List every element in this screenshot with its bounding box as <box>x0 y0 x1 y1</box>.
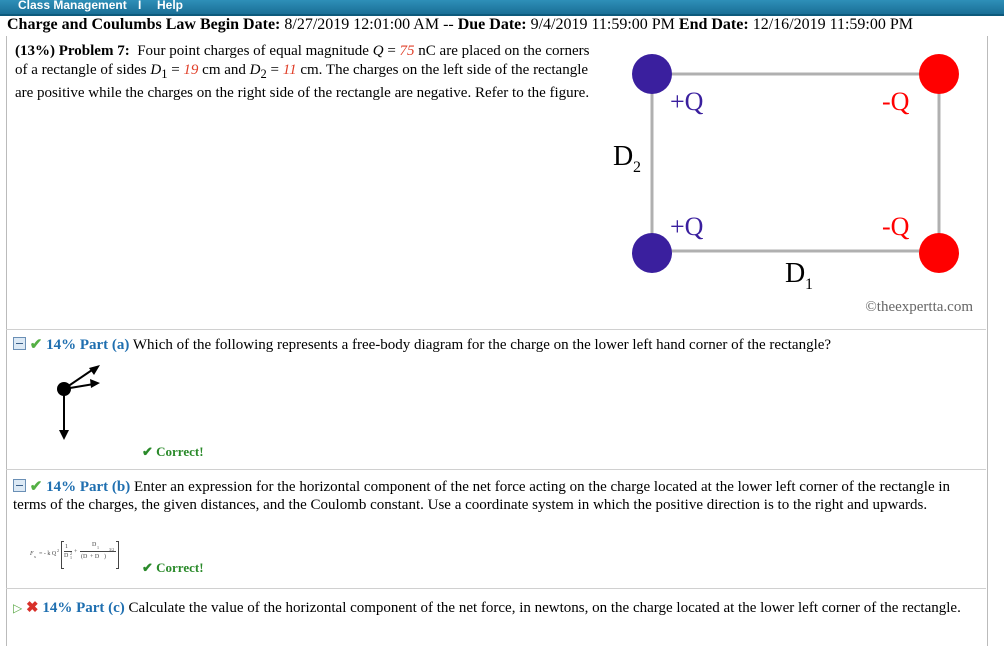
problem-text: = <box>383 43 400 59</box>
part-a-label: 14% Part (a) <box>46 337 130 353</box>
class-management-link[interactable]: Class Management <box>18 0 127 12</box>
formula-frac1-den-sup: 2 <box>70 551 72 556</box>
problem-text: = <box>266 62 283 78</box>
label-top-right: -Q <box>882 87 910 116</box>
problem-text: Four point charges of equal magnitude <box>137 43 373 59</box>
d2-value: 11 <box>282 62 297 78</box>
charge-dot <box>57 382 71 396</box>
problem-statement: (13%) Problem 7: Four point charges of e… <box>15 42 600 103</box>
part-c-question: Calculate the value of the horizontal co… <box>128 600 961 616</box>
play-arrow-icon[interactable]: ▷ <box>13 601 22 615</box>
formula-frac1-den: D <box>64 553 69 559</box>
part-b-answer-formula: F x = - k Q 2 1 D 1 2 + D 1 (D + D ) 3/2 <box>30 541 122 571</box>
free-body-diagram[interactable] <box>48 360 108 445</box>
d2-symbol: D <box>249 62 261 78</box>
begin-date: 8/27/2019 12:01:00 AM <box>284 16 440 33</box>
part-b-correct-status: ✔ Correct! <box>142 560 204 575</box>
problem-text: = <box>167 62 184 78</box>
begin-date-label: Begin Date: <box>199 16 281 33</box>
part-c-label: 14% Part (c) <box>42 600 125 616</box>
d1-symbol: D <box>150 62 162 78</box>
part-c-heading: ▷ ✖ 14% Part (c) Calculate the value of … <box>13 599 981 617</box>
formula-eq: = - k Q <box>39 551 57 557</box>
collapse-icon[interactable] <box>13 479 26 492</box>
d1-label: D <box>785 258 805 289</box>
formula-frac1-num: 1 <box>65 544 68 550</box>
q-symbol: Q <box>372 43 384 59</box>
formula-frac2-den: (D <box>81 554 88 560</box>
formula-sup: 2 <box>57 548 59 553</box>
d2-label-sub: 2 <box>633 159 641 176</box>
formula-exponent: 3/2 <box>109 547 115 552</box>
d2-label: D <box>613 141 633 172</box>
formula-plus: + <box>74 549 78 555</box>
label-bottom-right: -Q <box>882 212 910 241</box>
formula-sub: x <box>34 554 36 559</box>
arrowhead-icon <box>89 365 100 375</box>
copyright-text: ©theexpertta.com <box>865 299 973 315</box>
section-divider <box>6 329 986 330</box>
collapse-icon[interactable] <box>13 337 26 350</box>
arrowhead-icon <box>90 379 100 388</box>
arrowhead-icon <box>59 430 69 440</box>
part-a-heading: ✔ 14% Part (a) Which of the following re… <box>13 336 973 354</box>
end-date: 12/16/2019 11:59:00 PM <box>752 16 913 33</box>
checkmark-icon: ✔ <box>29 337 43 353</box>
end-date-label: End Date: <box>678 16 749 33</box>
due-date: 9/4/2019 11:59:00 PM <box>530 16 675 33</box>
d1-label-sub: 1 <box>805 276 813 293</box>
x-mark-icon: ✖ <box>25 600 39 616</box>
due-date-label: Due Date: <box>457 16 527 33</box>
part-b-label: 14% Part (b) <box>46 479 131 495</box>
charge-bottom-left <box>632 233 672 273</box>
part-b-heading: ✔ 14% Part (b) Enter an expression for t… <box>13 478 981 514</box>
q-value: 75 <box>399 43 415 59</box>
section-divider <box>6 469 986 470</box>
formula-frac2-num-sub: 1 <box>97 545 99 550</box>
part-b-question: Enter an expression for the horizontal c… <box>13 479 951 513</box>
part-a-correct-status: ✔ Correct! <box>142 444 204 459</box>
charge-top-left <box>632 54 672 94</box>
d1-value: 19 <box>183 62 199 78</box>
charge-rectangle-figure: +Q -Q +Q -Q D 2 D 1 ©theexpertta.com <box>613 54 973 315</box>
checkmark-icon: ✔ <box>29 479 43 495</box>
label-bottom-left: +Q <box>670 212 704 241</box>
assignment-title: Charge and Coulumbs Law <box>7 16 196 33</box>
formula-frac2-den-tail: ) <box>104 554 106 560</box>
help-link[interactable]: Help <box>157 0 183 12</box>
top-nav-bar: Class Management I Help <box>0 0 1004 16</box>
assignment-header: Charge and Coulumbs Law Begin Date: 8/27… <box>7 16 913 34</box>
section-divider <box>6 588 986 589</box>
date-dash: -- <box>443 16 454 33</box>
problem-text: cm and <box>198 62 250 78</box>
label-top-left: +Q <box>670 87 704 116</box>
formula-frac2-den-rest: + D <box>90 554 100 560</box>
nav-separator: I <box>138 0 142 12</box>
formula-frac2-num: D <box>92 542 97 548</box>
part-a-question: Which of the following represents a free… <box>132 337 832 353</box>
problem-label: (13%) Problem 7: <box>15 43 130 59</box>
formula-bracket <box>116 541 119 569</box>
charge-bottom-right <box>919 233 959 273</box>
charge-top-right <box>919 54 959 94</box>
